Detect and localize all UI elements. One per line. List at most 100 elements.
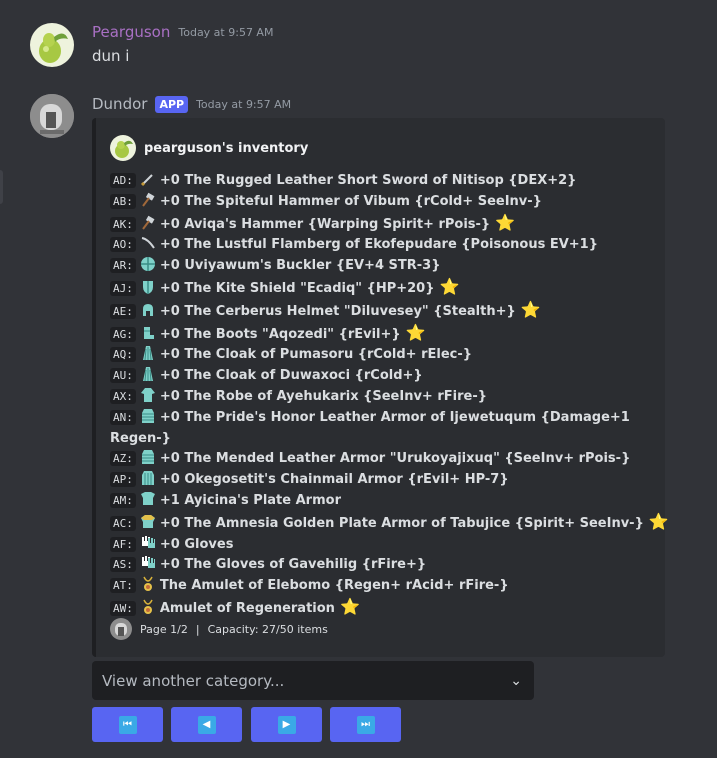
pearguson-avatar[interactable] [30,23,74,67]
inventory-item: AX: +0 The Robe of Ayehukarix {SeeInv+ rF… [110,387,660,408]
inventory-item: AR: +0 Uviyawum's Buckler {EV+4 STR-3} [110,256,660,277]
item-name: +1 Ayicina's Plate Armor [159,492,341,508]
right-arrow-icon: ▶ [277,715,296,734]
star-icon: ⭐ [405,322,426,342]
item-slot-code: AS: [110,557,136,573]
item-slot-code: AP: [110,472,136,488]
item-name: The Amulet of Elebomo {Regen+ rAcid+ rFi… [159,578,509,594]
item-slot-code: AC: [110,515,136,531]
gloves-icon [140,555,156,571]
category-select[interactable]: View another category... ⌄ [92,661,534,700]
item-slot-code: AG: [110,326,136,342]
inventory-item: AE: +0 The Cerberus Helmet "Diluvesey" {S… [110,300,660,323]
item-name: +0 The Spiteful Hammer of Vibum {rCold+ … [159,193,542,209]
inventory-item: AJ: +0 The Kite Shield "Ecadiq" {HP+20} ⭐ [110,277,660,300]
item-name: Amulet of Regeneration [159,600,335,616]
item-slot-code: AN: [110,409,136,425]
buckler-icon [140,256,156,272]
item-name: +0 The Cerberus Helmet "Diluvesey" {Stea… [159,303,516,319]
short-sword-icon [140,171,156,187]
inventory-item: AK: +0 Aviqa's Hammer {Warping Spirit+ rP… [110,213,660,236]
inventory-item: AM: +1 Ayicina's Plate Armor [110,491,660,512]
plate-armor-icon [140,491,156,507]
inventory-item: AS: +0 The Gloves of Gavehilig {rFire+} [110,555,660,576]
item-slot-code: AD: [110,173,136,188]
star-icon: ⭐ [520,299,541,319]
inventory-item: AN: +0 The Pride's Honor Leather Armor of… [110,408,660,450]
item-name: +0 The Pride's Honor Leather Armor of Ij… [110,409,630,446]
inventory-item: AU: +0 The Cloak of Duwaxoci {rCold+} [110,366,660,387]
chainmail-icon [140,470,156,486]
inventory-item: AG: +0 The Boots "Aqozedi" {rEvil+} ⭐ [110,323,660,346]
amulet-icon [140,576,156,592]
item-slot-code: AE: [110,303,136,319]
footer-separator: | [195,622,200,636]
item-name: +0 Okegosetit's Chainmail Armor {rEvil+ … [159,472,509,488]
item-name: +0 The Mended Leather Armor "Urukoyajixu… [159,451,631,467]
item-slot-code: AO: [110,237,136,253]
dundor-avatar[interactable] [30,94,74,138]
next-page-button[interactable]: ▶ [251,707,322,742]
leather-armor-icon [140,449,156,465]
embed-footer: Page 1/2 | Capacity: 27/50 items [110,618,328,640]
item-slot-code: AR: [110,258,136,274]
inventory-item: AC: +0 The Amnesia Golden Plate Armor of … [110,512,669,535]
left-arrow-icon: ◀ [197,715,216,734]
inventory-item: AZ: +0 The Mended Leather Armor "Urukoyaj… [110,449,660,470]
item-name: +0 The Amnesia Golden Plate Armor of Tab… [159,515,644,531]
item-name: +0 The Kite Shield "Ecadiq" {HP+20} [159,280,435,296]
embed-author-name[interactable]: pearguson's inventory [144,141,308,156]
boots-icon [140,325,156,341]
item-slot-code: AM: [110,492,136,508]
inventory-item: AD: +0 The Rugged Leather Short Sword of … [110,171,660,192]
username[interactable]: Pearguson [92,23,170,41]
helmet-icon [140,302,156,318]
inventory-item: AF: +0 Gloves [110,535,660,556]
item-name: +0 Gloves [159,536,234,552]
rewind-icon: ⏮ [118,715,137,734]
item-slot-code: AT: [110,578,136,594]
inventory-item: AO: +0 The Lustful Flamberg of Ekofepudar… [110,235,660,256]
capacity-text: Capacity: 27/50 items [207,622,328,636]
previous-page-button[interactable]: ◀ [171,707,242,742]
first-page-button[interactable]: ⏮ [92,707,163,742]
item-slot-code: AU: [110,368,136,384]
inventory-item: AW: Amulet of Regeneration ⭐ [110,597,660,620]
message-header: Dundor APP Today at 9:57 AM [92,95,291,113]
star-icon: ⭐ [339,596,360,616]
kite-shield-icon [140,279,156,295]
item-name: +0 The Cloak of Duwaxoci {rCold+} [159,368,423,384]
hammer-icon [140,192,156,208]
item-slot-code: AB: [110,193,136,209]
message-text: dun i [92,47,130,65]
inventory-item: AQ: +0 The Cloak of Pumasoru {rCold+ rEle… [110,345,660,366]
item-slot-code: AZ: [110,451,136,467]
item-name: +0 The Boots "Aqozedi" {rEvil+} [159,326,401,342]
username[interactable]: Dundor [92,95,147,113]
item-slot-code: AW: [110,600,136,616]
page-indicator: Page 1/2 [140,622,188,636]
item-name: +0 Aviqa's Hammer {Warping Spirit+ rPois… [159,216,491,232]
golden-plate-armor-icon [140,514,156,530]
embed-author-avatar [110,135,136,161]
item-name: +0 The Cloak of Pumasoru {rCold+ rElec-} [159,347,472,363]
item-slot-code: AJ: [110,280,136,296]
leather-armor-icon [140,408,156,424]
flamberg-icon [140,235,156,251]
timestamp: Today at 9:57 AM [196,97,292,111]
star-icon: ⭐ [439,276,460,296]
hammer-icon [140,215,156,231]
inventory-embed: pearguson's inventory AD: +0 The Rugged L… [92,118,669,657]
robe-icon [140,387,156,403]
last-page-button[interactable]: ⏭ [330,707,401,742]
footer-avatar [110,618,132,640]
message-header: Pearguson Today at 9:57 AM [92,23,273,41]
timestamp: Today at 9:57 AM [178,25,274,39]
embed-author: pearguson's inventory [110,135,308,161]
inventory-item: AT: The Amulet of Elebomo {Regen+ rAcid+ … [110,576,660,597]
item-name: +0 The Gloves of Gavehilig {rFire+} [159,557,427,573]
item-slot-code: AX: [110,388,136,404]
cloak-icon [140,345,156,361]
item-name: +0 The Robe of Ayehukarix {SeeInv+ rFire… [159,388,487,404]
amulet-icon [140,599,156,615]
